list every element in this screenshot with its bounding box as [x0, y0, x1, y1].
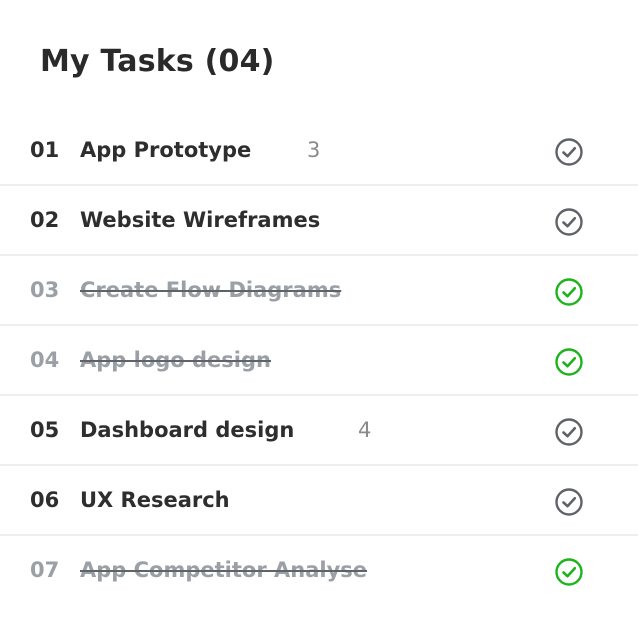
check-circle-icon[interactable] — [554, 557, 584, 587]
task-number: 05 — [30, 418, 60, 442]
task-row[interactable]: 07 App Competitor Analyse — [0, 536, 638, 606]
check-circle-icon[interactable] — [554, 487, 584, 517]
check-circle-icon[interactable] — [554, 137, 584, 167]
task-row[interactable]: 02 Website Wireframes — [0, 186, 638, 256]
page-title: My Tasks (04) — [40, 44, 275, 79]
check-circle-icon[interactable] — [554, 347, 584, 377]
task-title[interactable]: App logo design — [72, 348, 281, 372]
task-number: 07 — [30, 558, 60, 582]
check-circle-icon[interactable] — [554, 277, 584, 307]
task-count: 4 — [358, 418, 372, 442]
task-number: 06 — [30, 488, 60, 512]
task-title[interactable]: Create Flow Diagrams — [72, 278, 351, 302]
task-row[interactable]: 05 Dashboard design 4 — [0, 396, 638, 466]
task-title[interactable]: UX Research — [80, 488, 230, 512]
task-number: 04 — [30, 348, 60, 372]
task-count: 3 — [307, 138, 321, 162]
task-number: 02 — [30, 208, 60, 232]
task-row[interactable]: 06 UX Research — [0, 466, 638, 536]
task-title[interactable]: Dashboard design — [80, 418, 294, 442]
task-list: 01 App Prototype 3 02 Website Wireframes… — [0, 116, 638, 606]
task-row[interactable]: 01 App Prototype 3 — [0, 116, 638, 186]
task-row[interactable]: 03 Create Flow Diagrams — [0, 256, 638, 326]
task-title[interactable]: App Prototype — [80, 138, 251, 162]
task-number: 03 — [30, 278, 60, 302]
check-circle-icon[interactable] — [554, 417, 584, 447]
task-title[interactable]: Website Wireframes — [80, 208, 320, 232]
task-number: 01 — [30, 138, 60, 162]
task-row[interactable]: 04 App logo design — [0, 326, 638, 396]
check-circle-icon[interactable] — [554, 207, 584, 237]
task-title[interactable]: App Competitor Analyse — [72, 558, 377, 582]
